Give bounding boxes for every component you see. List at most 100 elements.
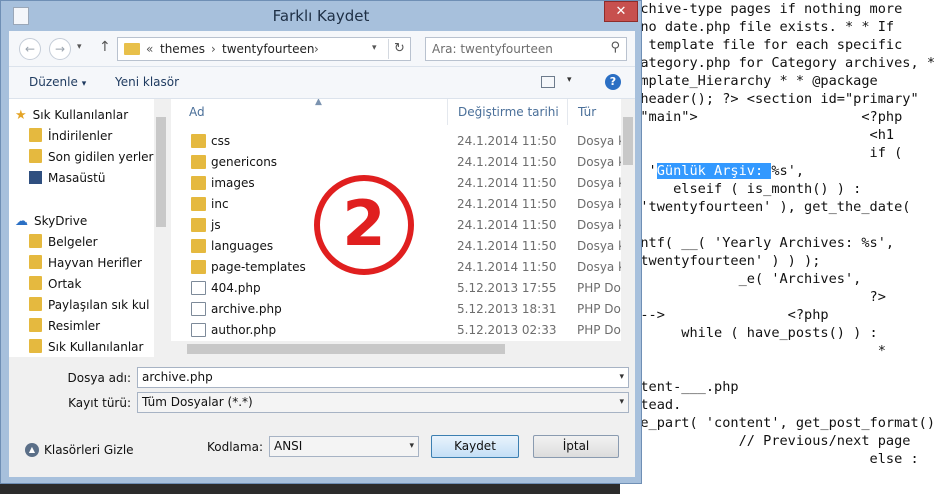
nav-item[interactable]: ☁ SkyDrive [15, 211, 87, 231]
nav-item-label: Paylaşılan sık kul [48, 298, 150, 312]
file-list-scrollbar[interactable] [621, 99, 635, 357]
file-date: 5.12.2013 17:55 [457, 281, 557, 295]
search-input[interactable]: Ara: twentyfourteen ⚲ [425, 37, 627, 61]
code-line: t_header(); ?> <section id="primary" [624, 91, 919, 107]
file-date: 24.1.2014 11:50 [457, 260, 557, 274]
file-name: archive.php [211, 302, 282, 316]
forward-button[interactable]: → [49, 38, 71, 60]
selected-text: Günlük Arşiv: [656, 163, 772, 179]
new-folder-button[interactable]: Yeni klasör [115, 75, 179, 89]
file-name: languages [211, 239, 274, 253]
save-button[interactable]: Kaydet [431, 435, 519, 458]
filename-label: Dosya adı: [67, 371, 131, 385]
code-line: , 'twentyfourteen' ), get_the_date( [624, 199, 911, 215]
code-text: %s', [771, 163, 805, 179]
folder-icon [191, 218, 206, 232]
horizontal-scrollbar[interactable] [171, 341, 621, 357]
encoding-value: ANSI [274, 439, 303, 453]
nav-item[interactable]: Son gidilen yerler [29, 147, 154, 167]
folder-icon [124, 43, 140, 55]
code-line: rintf( __( 'Yearly Archives: %s', [624, 235, 895, 251]
file-date: 5.12.2013 02:33 [457, 323, 557, 337]
help-icon[interactable]: ? [605, 74, 621, 90]
breadcrumb-twentyfourteen[interactable]: twentyfourteen [222, 42, 315, 56]
scrollbar-thumb[interactable] [623, 117, 633, 165]
hide-folders-button[interactable]: Klasörleri Gizle [44, 443, 134, 457]
chevron-down-icon[interactable]: ▾ [619, 368, 624, 387]
nav-item[interactable]: Resimler [29, 316, 100, 336]
folder-icon [191, 260, 206, 274]
code-line: archive-type pages if nothing more [624, 1, 903, 17]
column-header-type[interactable]: Tür [567, 99, 596, 125]
folder-icon [29, 339, 42, 353]
file-name: js [211, 218, 221, 232]
desktop-icon [29, 171, 42, 184]
dialog-titlebar: Farklı Kaydet ✕ [1, 1, 641, 31]
file-row[interactable]: 404.php 5.12.2013 17:55 PHP Dosy [171, 278, 634, 299]
breadcrumb-overflow[interactable]: « [146, 42, 153, 56]
folder-icon [29, 234, 42, 248]
code-line: > --> <?php [624, 307, 829, 323]
code-editor-background: archive-type pages if nothing more f no d… [620, 0, 950, 494]
folder-icon [191, 176, 206, 190]
nav-item[interactable]: İndirilenler [29, 126, 112, 146]
filetype-label: Kayıt türü: [68, 396, 131, 410]
file-name: css [211, 134, 231, 148]
file-name: images [211, 176, 255, 190]
nav-item[interactable]: Masaüstü [29, 168, 105, 188]
nav-item-label: Ortak [48, 277, 82, 291]
address-bar[interactable]: « themes › twentyfourteen › ▾ ↻ [117, 37, 411, 61]
nav-item[interactable]: Ortak [29, 274, 81, 294]
nav-item[interactable]: Paylaşılan sık kul [29, 295, 149, 315]
file-date: 5.12.2013 18:31 [457, 302, 557, 316]
nav-item[interactable]: Belgeler [29, 232, 98, 252]
file-name: 404.php [211, 281, 261, 295]
folder-icon [191, 155, 206, 169]
code-line: ate_part( 'content', get_post_format() [624, 415, 935, 431]
nav-item-label: Sık Kullanılanlar [48, 340, 144, 354]
star-icon: ★ [15, 108, 27, 123]
chevron-down-icon: ▾ [81, 79, 87, 89]
php-file-icon [191, 323, 206, 337]
back-button[interactable]: ← [19, 38, 41, 60]
view-options-icon[interactable] [541, 76, 555, 88]
recent-locations-arrow[interactable]: ▾ [77, 42, 82, 52]
organize-button[interactable]: Düzenle ▾ [29, 75, 86, 89]
scrollbar-thumb[interactable] [187, 344, 505, 354]
search-icon[interactable]: ⚲ [610, 40, 620, 55]
nav-item[interactable]: ★ Sık Kullanılanlar [15, 105, 128, 125]
file-row[interactable]: archive.php 5.12.2013 18:31 PHP Dosy [171, 299, 634, 320]
chevron-down-icon: ▾ [619, 397, 624, 407]
file-row[interactable]: author.php 5.12.2013 02:33 PHP Dosy [171, 320, 634, 341]
nav-item[interactable]: Hayvan Herifler [29, 253, 142, 273]
nav-item-label: Son gidilen yerler [48, 150, 154, 164]
chevron-up-icon[interactable]: ▲ [25, 443, 39, 457]
encoding-select[interactable]: ANSI ▾ [269, 436, 419, 457]
column-header-date[interactable]: Değiştirme tarihi [447, 99, 559, 125]
filetype-select[interactable]: Tüm Dosyalar (*.*) ▾ [137, 392, 629, 413]
address-dropdown-arrow[interactable]: ▾ [372, 43, 377, 53]
filename-input[interactable]: archive.php ▾ [137, 367, 629, 388]
sort-up-icon: ▲ [315, 99, 322, 107]
nav-item-label: Hayvan Herifler [48, 256, 142, 270]
up-button[interactable]: ↑ [99, 39, 111, 55]
cancel-button[interactable]: İptal [533, 435, 619, 458]
file-name: page-templates [211, 260, 306, 274]
column-header-name[interactable]: Ad [189, 99, 205, 125]
file-date: 24.1.2014 11:50 [457, 218, 557, 232]
breadcrumb-themes[interactable]: themes [160, 42, 205, 56]
step-number-annotation: 2 [314, 175, 414, 275]
scrollbar-thumb[interactable] [156, 117, 166, 227]
refresh-button[interactable]: ↻ [388, 39, 410, 59]
search-placeholder: Ara: twentyfourteen [432, 42, 553, 56]
php-file-icon [191, 302, 206, 316]
file-row[interactable]: genericons 24.1.2014 11:50 Dosya kla [171, 152, 635, 173]
nav-item[interactable]: Sık Kullanılanlar [29, 337, 143, 357]
folder-icon [191, 197, 206, 211]
folder-icon [191, 239, 206, 253]
view-dropdown-arrow[interactable]: ▾ [567, 75, 572, 85]
cloud-icon: ☁ [15, 214, 28, 229]
close-button[interactable]: ✕ [604, 1, 638, 22]
file-row[interactable]: css 24.1.2014 11:50 Dosya kla [171, 131, 635, 152]
navigation-scrollbar[interactable] [154, 99, 168, 357]
